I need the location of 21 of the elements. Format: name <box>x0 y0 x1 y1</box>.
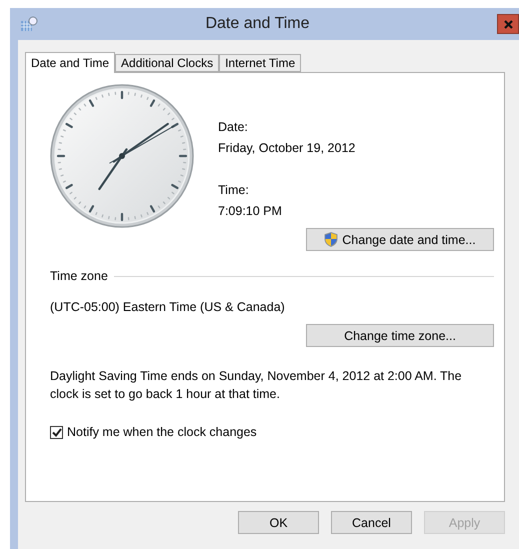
date-value: Friday, October 19, 2012 <box>218 140 356 157</box>
time-label: Time: <box>218 182 250 199</box>
time-value: 7:09:10 PM <box>218 203 283 220</box>
date-label: Date: <box>218 119 249 136</box>
daylight-saving-note: Daylight Saving Time ends on Sunday, November 4, 2012 at 2:00 AM. The clock is set to go back 1 hour at that time. <box>50 368 463 403</box>
dialog-button[interactable]: Cancel <box>331 511 412 534</box>
shield-icon <box>324 232 338 247</box>
time-zone-value: (UTC-05:00) Eastern Time (US & Canada) <box>50 299 286 316</box>
tab[interactable]: Additional Clocks <box>115 54 220 72</box>
close-icon <box>504 20 512 28</box>
change-date-button[interactable]: Change date and time... <box>306 228 494 251</box>
tab[interactable]: Date and Time <box>25 52 116 73</box>
tab[interactable]: Internet Time <box>219 54 302 72</box>
dialog-button[interactable]: OK <box>238 511 319 534</box>
time-zone-heading: Time zone <box>50 268 108 285</box>
notify-checkbox[interactable] <box>50 426 63 438</box>
window-title: Date and Time <box>204 15 311 33</box>
change-time-zone-button[interactable]: Change time zone... <box>306 324 494 347</box>
calendar-clock-icon <box>20 16 38 32</box>
close-button[interactable] <box>497 14 519 34</box>
notify-label: Notify me when the clock changes <box>67 424 257 441</box>
